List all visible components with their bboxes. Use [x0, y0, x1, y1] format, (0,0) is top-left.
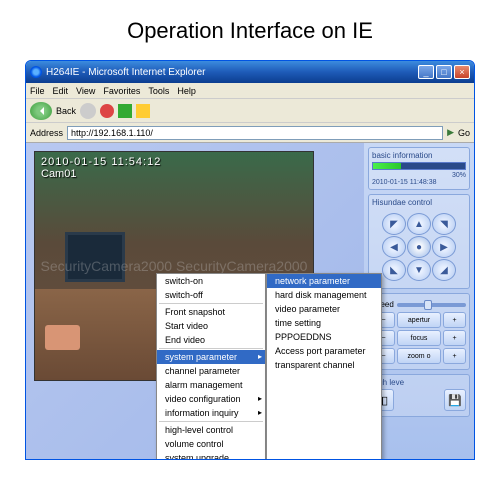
ptz-panel: Hisundae control ◤ ▲ ◥ ◀ ● ▶ ◣ ▼ ◢: [368, 194, 470, 289]
submenu-pppoeddns[interactable]: PPPOEDDNS: [267, 330, 381, 344]
back-button[interactable]: [30, 102, 52, 120]
menu-end-video[interactable]: End video: [157, 333, 265, 347]
menu-help[interactable]: Help: [177, 86, 196, 96]
refresh-button[interactable]: [118, 104, 132, 118]
menu-favorites[interactable]: Favorites: [103, 86, 140, 96]
menu-tools[interactable]: Tools: [148, 86, 169, 96]
ptz-up-left[interactable]: ◤: [382, 213, 406, 235]
browser-window: H264IE - Microsoft Internet Explorer _ □…: [25, 60, 475, 460]
back-label: Back: [56, 106, 76, 116]
zoom-plus[interactable]: +: [443, 348, 466, 364]
video-area: 2010-01-15 11:54:12 Cam01 SecurityCamera…: [26, 143, 364, 460]
go-label: Go: [458, 128, 470, 138]
ptz-left[interactable]: ◀: [382, 236, 406, 258]
speed-panel: speed − apertur + − focus + − zoom o +: [368, 293, 470, 370]
ptz-right[interactable]: ▶: [432, 236, 456, 258]
address-label: Address: [30, 128, 63, 138]
ptz-down[interactable]: ▼: [407, 259, 431, 281]
info-title: basic information: [372, 151, 466, 160]
menu-volume-control[interactable]: volume control: [157, 437, 265, 451]
menu-alarm-management[interactable]: alarm management: [157, 378, 265, 392]
menu-file[interactable]: File: [30, 86, 45, 96]
app-frame: 2010-01-15 11:54:12 Cam01 SecurityCamera…: [26, 143, 474, 460]
progress-bar: [372, 162, 466, 170]
minimize-button[interactable]: _: [418, 65, 434, 79]
info-time: 2010-01-15 11:48:38: [372, 179, 466, 186]
submenu-video-parameter[interactable]: video parameter: [267, 302, 381, 316]
maximize-button[interactable]: □: [436, 65, 452, 79]
menu-view[interactable]: View: [76, 86, 95, 96]
ie-icon: [30, 66, 42, 78]
stop-button[interactable]: [100, 104, 114, 118]
high-level-panel: high leve ◧ 💾: [368, 374, 470, 417]
menu-edit[interactable]: Edit: [53, 86, 69, 96]
high-level-label: high leve: [372, 378, 466, 387]
menubar: File Edit View Favorites Tools Help: [26, 83, 474, 99]
ptz-up[interactable]: ▲: [407, 213, 431, 235]
submenu-access-port[interactable]: Access port parameter: [267, 344, 381, 358]
context-menu: switch-on switch-off Front snapshot Star…: [156, 273, 382, 460]
submenu-hard-disk[interactable]: hard disk management: [267, 288, 381, 302]
ptz-title: Hisundae control: [372, 198, 466, 207]
ptz-down-right[interactable]: ◢: [432, 259, 456, 281]
menu-information-inquiry[interactable]: information inquiry: [157, 406, 265, 420]
menu-start-video[interactable]: Start video: [157, 319, 265, 333]
go-button[interactable]: ▶: [447, 127, 454, 138]
menu-system-parameter[interactable]: system parameter: [157, 350, 265, 364]
context-menu-main: switch-on switch-off Front snapshot Star…: [156, 273, 266, 460]
submenu-transparent-channel[interactable]: transparent channel: [267, 358, 381, 372]
osd-channel: Cam01: [41, 168, 161, 180]
focus-plus[interactable]: +: [443, 330, 466, 346]
ptz-down-left[interactable]: ◣: [382, 259, 406, 281]
info-panel: basic information 30% 2010-01-15 11:48:3…: [368, 147, 470, 190]
close-button[interactable]: ×: [454, 65, 470, 79]
progress-percent: 30%: [372, 172, 466, 179]
menu-switch-on[interactable]: switch-on: [157, 274, 265, 288]
aperture-label: apertur: [397, 312, 441, 328]
menu-video-configuration[interactable]: video configuration: [157, 392, 265, 406]
menu-high-level-control[interactable]: high-level control: [157, 423, 265, 437]
home-button[interactable]: [136, 104, 150, 118]
address-bar: Address ▶ Go: [26, 123, 474, 143]
osd-timestamp: 2010-01-15 11:54:12: [41, 156, 161, 168]
url-input[interactable]: [67, 126, 443, 140]
menu-system-upgrade[interactable]: system upgrade: [157, 451, 265, 460]
aperture-plus[interactable]: +: [443, 312, 466, 328]
menu-channel-parameter[interactable]: channel parameter: [157, 364, 265, 378]
ptz-up-right[interactable]: ◥: [432, 213, 456, 235]
context-submenu: network parameter hard disk management v…: [266, 273, 382, 460]
page-title: Operation Interface on IE: [0, 0, 500, 56]
forward-button[interactable]: [80, 103, 96, 119]
toolbar: Back: [26, 99, 474, 123]
focus-label: focus: [397, 330, 441, 346]
save-button[interactable]: 💾: [444, 389, 466, 411]
window-title: H264IE - Microsoft Internet Explorer: [46, 67, 206, 78]
zoom-label: zoom o: [397, 348, 441, 364]
menu-switch-off[interactable]: switch-off: [157, 288, 265, 302]
submenu-network-parameter[interactable]: network parameter: [267, 274, 381, 288]
ptz-center[interactable]: ●: [407, 236, 431, 258]
video-osd: 2010-01-15 11:54:12 Cam01: [41, 156, 161, 180]
speed-slider[interactable]: [397, 303, 466, 307]
window-titlebar: H264IE - Microsoft Internet Explorer _ □…: [26, 61, 474, 83]
menu-front-snapshot[interactable]: Front snapshot: [157, 305, 265, 319]
submenu-time-setting[interactable]: time setting: [267, 316, 381, 330]
